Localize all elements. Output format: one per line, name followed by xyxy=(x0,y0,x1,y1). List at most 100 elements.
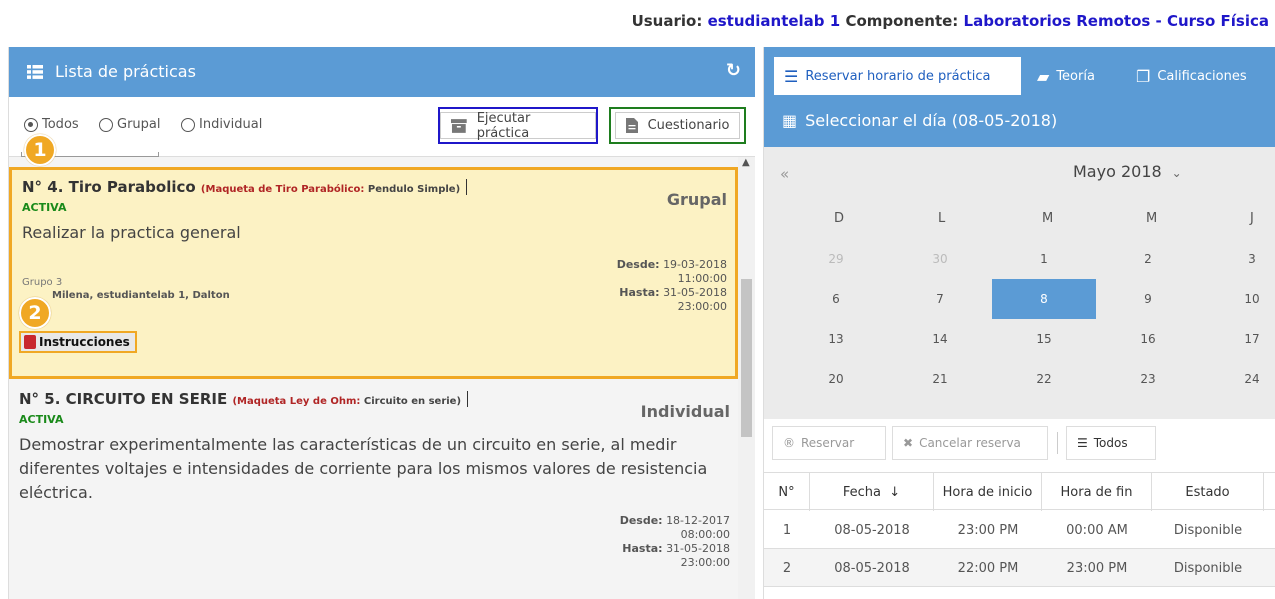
list-scrollbar[interactable]: ▲ xyxy=(738,157,755,599)
practice-card-selected[interactable]: N° 4. Tiro Parabolico (Maqueta de Tiro P… xyxy=(9,167,738,379)
practice-list-panel: Lista de prácticas ↻ Todos Grupal Indivi… xyxy=(8,47,755,599)
calendar-day[interactable]: 3 xyxy=(1200,239,1275,279)
column-header[interactable]: Estado xyxy=(1152,473,1264,511)
tab-label: Reservar horario de práctica xyxy=(805,68,991,84)
cuestionario-label: Cuestionario xyxy=(647,118,730,133)
maqueta-info: (Maqueta Ley de Ohm: Circuito en serie) xyxy=(232,396,462,407)
scrollbar-thumb[interactable] xyxy=(741,279,752,437)
tab-calificaciones[interactable]: ❐ Calificaciones xyxy=(1136,57,1247,95)
reservar-button[interactable]: ® Reservar xyxy=(772,426,886,460)
document-icon xyxy=(625,118,638,133)
cuestionario-button[interactable]: Cuestionario xyxy=(609,107,746,144)
cell: 08-05-2018 xyxy=(834,560,910,576)
filter-grupal-radio[interactable]: Grupal xyxy=(99,117,161,132)
refresh-icon[interactable]: ↻ xyxy=(726,60,741,81)
reservation-toolbar: ® Reservar ✖ Cancelar reserva ☰ Todos xyxy=(764,419,1275,467)
practice-description: Demostrar experimentalmente las caracter… xyxy=(19,435,708,502)
practice-name: N° 5. CIRCUITO EN SERIE (Maqueta Ley de … xyxy=(19,390,469,408)
column-header[interactable]: Hora de inicio xyxy=(934,473,1042,511)
calendar-day[interactable]: 9 xyxy=(1096,279,1200,319)
close-icon: ✖ xyxy=(903,436,914,450)
calendar-day[interactable]: 1 xyxy=(992,239,1096,279)
cell: 08-05-2018 xyxy=(834,522,910,538)
calendar-day[interactable]: 22 xyxy=(992,359,1096,399)
todos-button[interactable]: ☰ Todos xyxy=(1066,426,1156,460)
tab-label: Calificaciones xyxy=(1157,68,1247,84)
copy-icon: ❐ xyxy=(1136,66,1151,86)
reservar-label: Reservar xyxy=(801,436,855,450)
ejecutar-practica-button[interactable]: Ejecutar práctica xyxy=(438,107,598,144)
calendar-day[interactable]: 15 xyxy=(992,319,1096,359)
cancelar-reserva-button[interactable]: ✖ Cancelar reserva xyxy=(892,426,1048,460)
calendar-day[interactable]: 16 xyxy=(1096,319,1200,359)
pdf-icon xyxy=(24,335,36,349)
tab-reservar-horario[interactable]: ☰ Reservar horario de práctica xyxy=(774,57,1021,95)
tab-teoria[interactable]: ▰ Teoría xyxy=(1037,57,1095,95)
cell: Disponible xyxy=(1173,560,1243,576)
calendar-day[interactable]: 17 xyxy=(1200,319,1275,359)
table-row[interactable]: 1 08-05-2018 23:00 PM 00:00 AM Disponibl… xyxy=(764,511,1275,549)
calendar-day[interactable]: 13 xyxy=(784,319,888,359)
list-icon: ☰ xyxy=(784,66,799,86)
calendar-day[interactable]: 2 xyxy=(1096,239,1200,279)
practice-dates: Desde: 19-03-2018 11:00:00 Hasta: 31-05-… xyxy=(616,258,727,313)
toolbar-divider xyxy=(1057,432,1058,454)
componente-label: Componente: xyxy=(845,12,959,30)
select-day-heading: ▦ Seleccionar el día (08-05-2018) xyxy=(782,111,1057,130)
calendar-day[interactable]: 30 xyxy=(888,239,992,279)
table-header: N° Fecha ↓ Hora de inicio Hora de fin Es… xyxy=(764,472,1275,511)
filter-todos-radio[interactable]: Todos xyxy=(24,117,79,132)
cell: 00:00 AM xyxy=(1066,522,1128,538)
filter-individual-radio[interactable]: Individual xyxy=(181,117,262,132)
menu-icon: ☰ xyxy=(1077,436,1088,450)
table-row[interactable]: 2 08-05-2018 22:00 PM 23:00 PM Disponibl… xyxy=(764,549,1275,587)
panel-title: Lista de prácticas xyxy=(55,62,196,81)
practice-dates: Desde: 18-12-2017 08:00:00 Hasta: 31-05-… xyxy=(619,514,730,569)
column-header-sortable[interactable]: Fecha ↓ xyxy=(810,473,934,511)
group-name: Grupo 3 xyxy=(22,277,63,288)
column-header[interactable]: N° xyxy=(764,473,810,511)
calendar-day[interactable]: 21 xyxy=(888,359,992,399)
maqueta-info: (Maqueta de Tiro Parabólico: Pendulo Sim… xyxy=(200,184,461,195)
weekday-label: L xyxy=(938,211,946,226)
instrucciones-button[interactable]: Instrucciones xyxy=(19,331,137,353)
calendar-icon: ▦ xyxy=(782,111,798,130)
practice-list: N° 4. Tiro Parabolico (Maqueta de Tiro P… xyxy=(9,157,738,599)
practice-description: Realizar la practica general xyxy=(22,223,241,242)
weekday-label: D xyxy=(834,211,845,226)
calendar-day[interactable]: 6 xyxy=(784,279,888,319)
calendar-day[interactable]: 23 xyxy=(1096,359,1200,399)
status-badge: ACTIVA xyxy=(19,413,64,426)
filter-label: Individual xyxy=(199,117,263,132)
usuario-label: Usuario: xyxy=(631,12,703,30)
calendar-day[interactable]: 7 xyxy=(888,279,992,319)
practice-name: N° 4. Tiro Parabolico (Maqueta de Tiro P… xyxy=(22,178,468,196)
practice-card[interactable]: N° 5. CIRCUITO EN SERIE (Maqueta Ley de … xyxy=(9,382,738,599)
cell: 22:00 PM xyxy=(957,560,1019,576)
tab-label: Teoría xyxy=(1056,68,1095,84)
column-header[interactable]: Hora de fin xyxy=(1042,473,1152,511)
ejecutar-label: Ejecutar práctica xyxy=(476,110,531,141)
calendar-day[interactable]: 10 xyxy=(1200,279,1275,319)
book-icon: ▰ xyxy=(1037,66,1050,86)
group-members: Milena, estudiantelab 1, Dalton xyxy=(52,290,230,301)
month-selector[interactable]: Mayo 2018 ⌄ xyxy=(1073,162,1182,181)
practice-list-header: Lista de prácticas ↻ xyxy=(9,47,755,97)
calendar-day[interactable]: 29 xyxy=(784,239,888,279)
practice-type: Grupal xyxy=(666,190,727,209)
scroll-up-icon[interactable]: ▲ xyxy=(742,157,750,168)
filter-row: Todos Grupal Individual Ejecutar práctic… xyxy=(9,97,755,157)
radio-icon xyxy=(181,117,195,132)
filter-label: Todos xyxy=(42,117,79,132)
sort-down-icon: ↓ xyxy=(889,484,901,500)
instrucciones-label: Instrucciones xyxy=(39,335,130,349)
calendar-day[interactable]: 20 xyxy=(784,359,888,399)
weekday-label: J xyxy=(1250,211,1254,226)
cell: Disponible xyxy=(1173,522,1243,538)
prev-month-button[interactable]: « xyxy=(780,165,789,183)
calendar-day[interactable]: 8 xyxy=(992,279,1096,319)
cell: 1 xyxy=(782,522,792,538)
calendar-day[interactable]: 24 xyxy=(1200,359,1275,399)
select-day-label: Seleccionar el día (08-05-2018) xyxy=(805,111,1058,130)
calendar-day[interactable]: 14 xyxy=(888,319,992,359)
